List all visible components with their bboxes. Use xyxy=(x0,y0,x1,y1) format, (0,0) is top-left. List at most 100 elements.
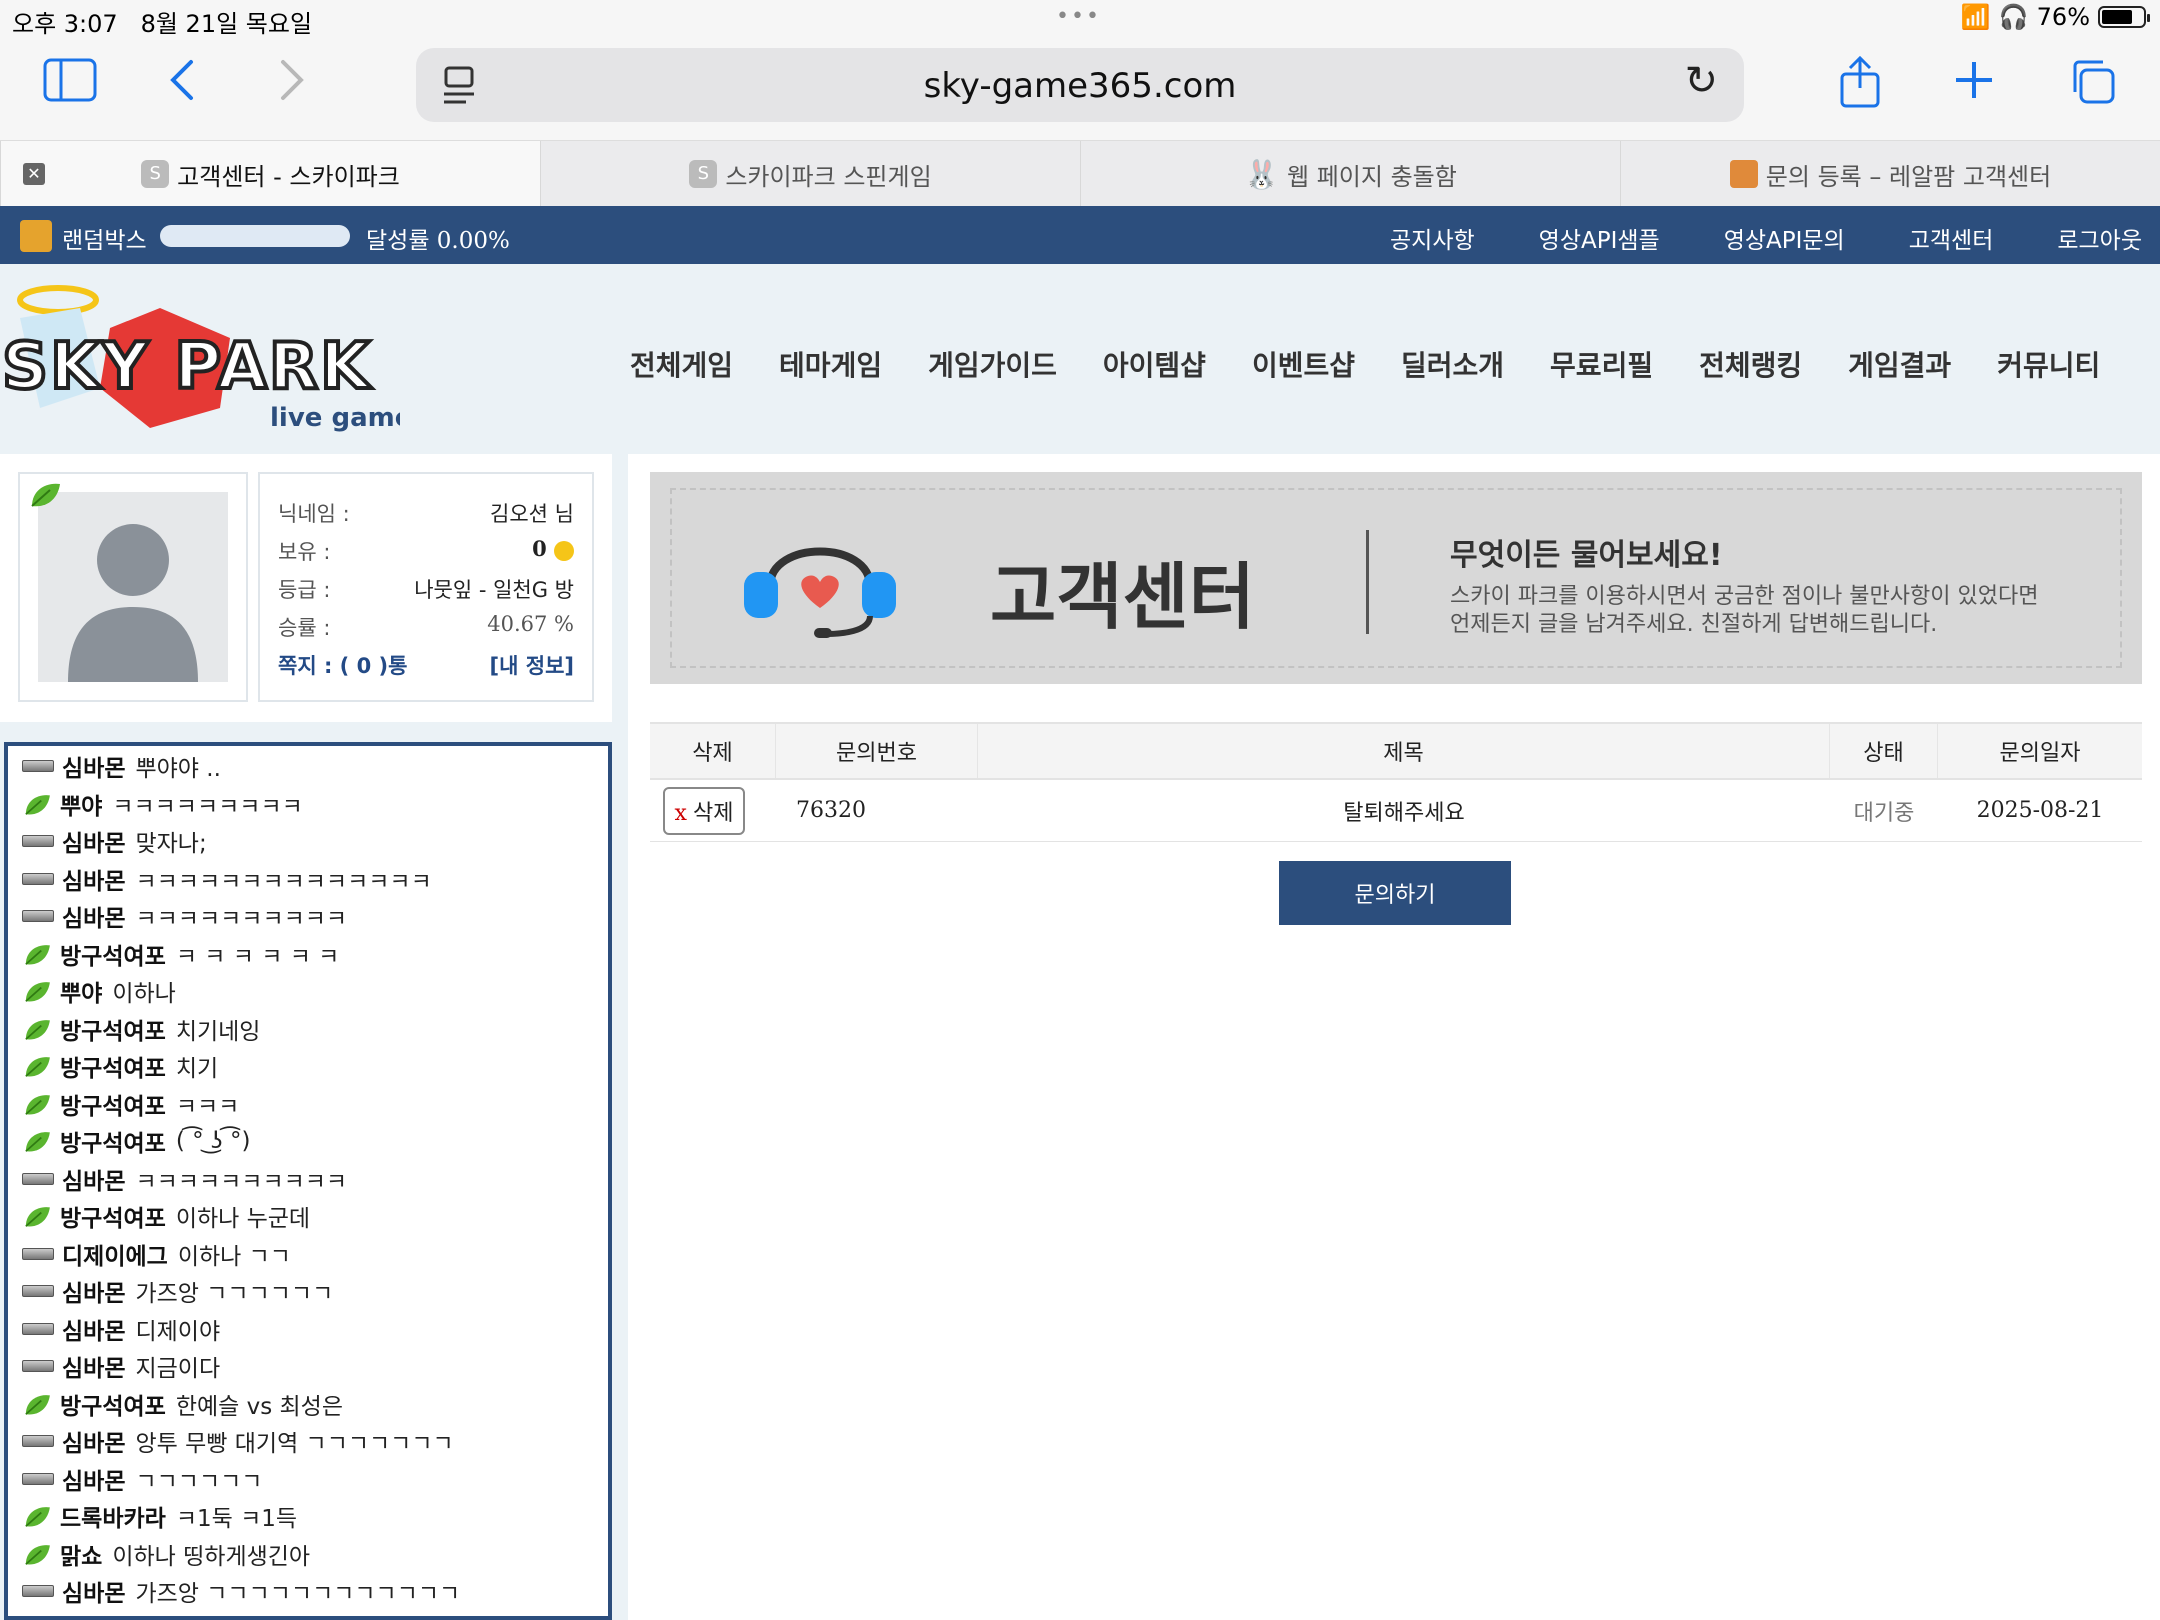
share-icon[interactable] xyxy=(1830,55,1890,116)
chat-nick[interactable]: 방구석여포 xyxy=(60,1387,166,1421)
chat-text: ㅋㅋㅋㅋㅋㅋㅋㅋㅋㅋ xyxy=(135,1168,348,1195)
chat-nick[interactable]: 방구석여포 xyxy=(60,1012,166,1046)
link-logout[interactable]: 로그아웃 xyxy=(2057,221,2142,255)
messages-link[interactable]: 쪽지 : ( 0 )통 xyxy=(278,650,407,680)
chat-nick[interactable]: 심바몬 xyxy=(62,899,125,933)
chat-nick[interactable]: 드록바카라 xyxy=(60,1499,166,1533)
chat-nick[interactable]: 심바몬 xyxy=(62,1312,125,1346)
chat-nick[interactable]: 심바몬 xyxy=(62,1274,125,1308)
profile-panel: 닉네임 : 김오션 님 보유 : 0 등급 : 나뭇잎 - 일천G 방 승률 : 40.… xyxy=(0,454,612,722)
chat-message: 심바몬 ㅋㅋㅋㅋㅋㅋㅋㅋㅋㅋ xyxy=(22,898,347,934)
delete-button[interactable]: x 삭제 xyxy=(662,786,746,835)
chat-message: 심바몬 ㅋㅋㅋㅋㅋㅋㅋㅋㅋㅋ xyxy=(22,1161,347,1197)
link-video-api-inquiry[interactable]: 영상API문의 xyxy=(1724,221,1845,255)
tab-bar: ✕ S 고객센터 - 스카이파크 S 스카이파크 스핀게임 🐰 웹 페이지 충돌… xyxy=(0,140,2160,207)
leaf-level-icon xyxy=(25,794,50,815)
nav-game-guide[interactable]: 게임가이드 xyxy=(928,344,1057,384)
inquiry-date: 2025-08-21 xyxy=(1976,798,2104,823)
bar-level-icon xyxy=(22,1435,54,1447)
banner-text-line2: 언제든지 글을 남겨주세요. 친절하게 답변해드립니다. xyxy=(1450,612,1938,637)
bar-level-icon xyxy=(22,1360,54,1372)
chat-text: ㅋㅋㅋㅋㅋㅋㅋㅋㅋㅋㅋㅋㅋㅋ xyxy=(135,868,432,895)
chat-message: 심바몬 가즈앙 ㄱㄱㄱㄱㄱㄱㄱㄱㄱㄱㄱㄱ xyxy=(22,1573,460,1609)
tabs-overview-icon[interactable] xyxy=(2062,56,2122,116)
chat-text: ㄱㄱㄱㄱㄱㄱ xyxy=(135,1468,263,1495)
chat-nick[interactable]: 심바몬 xyxy=(62,1162,125,1196)
url-text[interactable]: sky-game365.com xyxy=(416,66,1744,106)
tab-customer-center[interactable]: ✕ S 고객센터 - 스카이파크 xyxy=(0,141,540,207)
table-row[interactable]: x 삭제 76320 탈퇴해주세요 대기중 2025-08-21 xyxy=(650,780,2142,842)
tab-spin-game[interactable]: S 스카이파크 스핀게임 xyxy=(540,141,1080,207)
col-delete: 삭제 xyxy=(650,724,776,778)
table-header: 삭제 문의번호 제목 상태 문의일자 xyxy=(650,722,2142,780)
chat-nick[interactable]: 방구석여포 xyxy=(60,1049,166,1083)
bar-level-icon xyxy=(22,760,54,772)
bar-level-icon xyxy=(22,1322,54,1335)
chat-message: 심바몬 디제이야 xyxy=(22,1311,220,1347)
main-content: 고객센터 무엇이든 물어보세요! 스카이 파크를 이용하시면서 궁금한 점이나 … xyxy=(632,454,2160,1620)
chat-nick[interactable]: 맑쇼 xyxy=(60,1537,102,1571)
multitask-dots-icon[interactable]: ••• xyxy=(1056,4,1101,29)
nav-ranking[interactable]: 전체랭킹 xyxy=(1699,344,1802,384)
chat-nick[interactable]: 디제이에그 xyxy=(62,1237,168,1271)
forward-icon[interactable] xyxy=(262,56,322,116)
chat-nick[interactable]: 방구석여포 xyxy=(60,937,166,971)
reload-icon[interactable]: ↻ xyxy=(1684,58,1718,104)
chat-nick[interactable]: 심바몬 xyxy=(62,1349,125,1383)
battery-fill xyxy=(2102,10,2133,24)
main-nav: 전체게임 테마게임 게임가이드 아이템샵 이벤트샵 딜러소개 무료리필 전체랭킹… xyxy=(630,344,2100,384)
chat-message: 심바몬 앙투 무빵 대기역 ㄱㄱㄱㄱㄱㄱㄱ xyxy=(22,1423,454,1459)
my-info-link[interactable]: [내 정보] xyxy=(490,650,574,680)
nav-all-games[interactable]: 전체게임 xyxy=(630,344,733,384)
ask-inquiry-button[interactable]: 문의하기 xyxy=(1279,861,1511,925)
link-customer-center[interactable]: 고객센터 xyxy=(1909,221,1994,255)
chat-nick[interactable]: 방구석여포 xyxy=(60,1124,166,1158)
winrate-label: 승률 : xyxy=(278,616,331,640)
chat-nick[interactable]: 뿌야 xyxy=(60,787,102,821)
chat-nick[interactable]: 방구석여포 xyxy=(60,1199,166,1233)
link-notice[interactable]: 공지사항 xyxy=(1390,221,1475,255)
random-box-icon[interactable] xyxy=(20,220,52,252)
nav-item-shop[interactable]: 아이템샵 xyxy=(1103,344,1206,384)
random-box-label[interactable]: 랜덤박스 xyxy=(62,221,147,255)
chat-panel[interactable]: 심바몬 뿌야야 .. 뿌야 ㅋㅋㅋㅋㅋㅋㅋㅋㅋ 심바몬 맞자나; 심바몬 ㅋㅋㅋㅋㅋㅋㅋㅋㅋㅋ… xyxy=(4,742,612,1620)
battery-icon xyxy=(2098,6,2150,28)
grade-label: 등급 : xyxy=(278,578,331,602)
bar-level-icon xyxy=(22,1285,54,1297)
chat-nick[interactable]: 심바몬 xyxy=(62,1462,125,1496)
banner-title: 고객센터 xyxy=(990,555,1255,639)
chat-nick[interactable]: 심바몬 xyxy=(62,749,125,783)
chat-nick[interactable]: 심바몬 xyxy=(62,862,125,896)
chat-nick[interactable]: 심바몬 xyxy=(62,824,125,858)
headphones-icon: 🎧 xyxy=(1998,3,2029,31)
leaf-level-icon xyxy=(25,1132,50,1152)
profile-info: 닉네임 : 김오션 님 보유 : 0 등급 : 나뭇잎 - 일천G 방 승률 : 40.… xyxy=(258,472,594,702)
tab-inquiry-register[interactable]: 문의 등록 – 레알팜 고객센터 xyxy=(1620,141,2160,207)
inquiry-number: 76320 xyxy=(796,798,866,823)
tab-crashed-page[interactable]: 🐰 웹 페이지 충돌함 xyxy=(1080,141,1620,207)
nav-theme-games[interactable]: 테마게임 xyxy=(779,344,882,384)
chat-text: 가즈앙 ㄱㄱㄱㄱㄱㄱㄱㄱㄱㄱㄱㄱ xyxy=(135,1581,461,1607)
address-bar[interactable]: sky-game365.com ↻ xyxy=(416,48,1744,122)
new-tab-icon[interactable] xyxy=(1944,56,2004,116)
link-video-api-sample[interactable]: 영상API샘플 xyxy=(1539,221,1660,255)
chat-message: 심바몬 가즈앙 ㄱㄱㄱㄱㄱㄱ xyxy=(22,1273,333,1309)
chat-nick[interactable]: 뿌야 xyxy=(60,974,102,1008)
chat-nick[interactable]: 심바몬 xyxy=(62,1424,125,1458)
banner-divider xyxy=(1366,530,1369,634)
logo-subtitle: live games xyxy=(270,403,400,433)
nav-event-shop[interactable]: 이벤트샵 xyxy=(1252,344,1355,384)
nav-free-refill[interactable]: 무료리필 xyxy=(1550,344,1653,384)
tab-title: 스카이파크 스핀게임 xyxy=(725,162,932,191)
inquiry-subject[interactable]: 탈퇴해주세요 xyxy=(978,780,1830,841)
sky-park-logo[interactable]: SKY PARK live games xyxy=(0,278,400,438)
nav-game-results[interactable]: 게임결과 xyxy=(1848,344,1951,384)
chat-nick[interactable]: 심바몬 xyxy=(62,1574,125,1608)
chat-nick[interactable]: 방구석여포 xyxy=(60,1087,166,1121)
nav-community[interactable]: 커뮤니티 xyxy=(1997,344,2100,384)
nav-dealers[interactable]: 딜러소개 xyxy=(1401,344,1504,384)
back-icon[interactable] xyxy=(152,56,212,116)
chat-message: 맑쇼 이하나 띵하게생긴아 xyxy=(22,1536,310,1572)
sidebar-toggle-icon[interactable] xyxy=(40,56,100,116)
close-tab-icon[interactable]: ✕ xyxy=(23,163,45,185)
